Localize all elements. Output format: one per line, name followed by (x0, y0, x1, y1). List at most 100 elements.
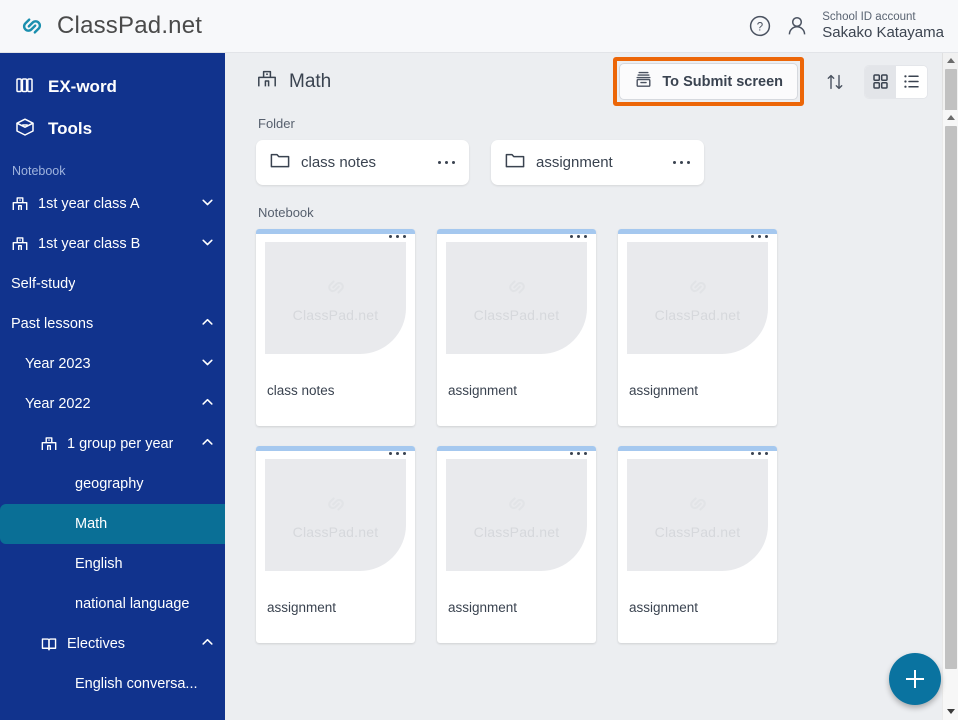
chevron-down-icon[interactable] (200, 196, 215, 213)
account-label: School ID account (822, 10, 916, 23)
sidebar-item-label: Year 2022 (25, 396, 91, 412)
notebook-thumbnail: ClassPad.net (265, 459, 406, 571)
school-icon (256, 68, 278, 95)
content-body: Folder class notes assignment Notebook Cl… (241, 110, 942, 720)
notebook-card[interactable]: ClassPad.net assignment (618, 446, 777, 643)
folder-name: class notes (301, 154, 377, 171)
sidebar-item-geography[interactable]: geography (0, 464, 225, 504)
sidebar-item-label: English (75, 556, 123, 572)
notebook-watermark: ClassPad.net (654, 523, 741, 540)
top-bar: ClassPad.net ? School ID account Sakako … (0, 0, 958, 53)
more-options-icon[interactable] (750, 235, 768, 239)
chevron-up-icon[interactable] (200, 436, 215, 453)
notebook-card-accent (256, 229, 415, 234)
sidebar-item-english[interactable]: English (0, 544, 225, 584)
sidebar-item-ex-word[interactable]: EX-word (0, 66, 225, 108)
notebook-name: assignment (629, 600, 699, 615)
notebook-name: assignment (267, 600, 337, 615)
folder-icon (505, 152, 525, 174)
chevron-up-icon[interactable] (200, 316, 215, 333)
brand-name: ClassPad.net (57, 12, 203, 39)
sidebar-item-label: Past lessons (11, 316, 94, 332)
sidebar-item-tools[interactable]: Tools (0, 108, 225, 150)
notebook-watermark: ClassPad.net (473, 306, 560, 323)
notebook-card[interactable]: ClassPad.net class notes (256, 229, 415, 426)
sidebar-item-label: geography (75, 476, 144, 492)
sidebar-item-1st-year-class-a[interactable]: 1st year class A (0, 184, 225, 224)
brand[interactable]: ClassPad.net (0, 11, 202, 41)
notebook-card-accent (618, 446, 777, 451)
books-icon (14, 74, 36, 101)
notebook-thumbnail: ClassPad.net (627, 242, 768, 354)
notebook-watermark: ClassPad.net (473, 523, 560, 540)
to-submit-screen-label: To Submit screen (662, 73, 783, 90)
folder-card[interactable]: class notes (256, 140, 469, 185)
folder-row: class notes assignment (256, 140, 927, 185)
chain-link-icon (685, 491, 711, 522)
sidebar-item-math[interactable]: Math (0, 504, 225, 544)
submit-button-highlight: To Submit screen (613, 57, 804, 106)
folder-icon (270, 152, 290, 174)
sidebar-item-label: Math (75, 516, 108, 532)
sort-arrows-icon[interactable] (818, 65, 852, 99)
notebook-watermark: ClassPad.net (654, 306, 741, 323)
sidebar-scroll-up-icon[interactable] (943, 53, 958, 69)
chevron-down-icon[interactable] (200, 236, 215, 253)
notebook-card[interactable]: ClassPad.net assignment (256, 446, 415, 643)
content-scroll-down-icon[interactable] (943, 704, 958, 720)
chevron-down-icon[interactable] (200, 356, 215, 373)
add-button[interactable] (889, 653, 941, 705)
sidebar-item-label: Electives (67, 636, 126, 652)
view-toggle (864, 64, 928, 99)
content-scroll-up-icon[interactable] (943, 110, 958, 126)
list-view-icon[interactable] (896, 65, 927, 98)
content-area: Math To Submit screen Folder class notes… (241, 53, 942, 720)
sidebar-item-year-2023[interactable]: Year 2023 (0, 344, 225, 384)
sidebar-item-national-language[interactable]: national language (0, 584, 225, 624)
sidebar-item-electives[interactable]: Electives (0, 624, 225, 664)
content-scroll-thumb[interactable] (945, 126, 957, 669)
sidebar-item-past-lessons[interactable]: Past lessons (0, 304, 225, 344)
help-circle-icon[interactable]: ? (748, 14, 772, 38)
notebook-watermark: ClassPad.net (292, 523, 379, 540)
sidebar-item-year-2022[interactable]: Year 2022 (0, 384, 225, 424)
to-submit-screen-button[interactable]: To Submit screen (619, 63, 798, 100)
notebook-card[interactable]: ClassPad.net assignment (437, 446, 596, 643)
more-options-icon[interactable] (388, 235, 406, 239)
sidebar-section-label: Notebook (12, 164, 66, 178)
chain-link-icon (323, 274, 349, 305)
folder-card[interactable]: assignment (491, 140, 704, 185)
person-icon[interactable] (786, 14, 808, 38)
sidebar-item-1st-year-class-b[interactable]: 1st year class B (0, 224, 225, 264)
more-options-icon[interactable] (388, 452, 406, 456)
more-options-icon[interactable] (569, 235, 587, 239)
more-options-icon[interactable] (569, 452, 587, 456)
account-name: Sakako Katayama (822, 23, 944, 41)
notebook-card[interactable]: ClassPad.net assignment (437, 229, 596, 426)
folder-section-label: Folder (258, 116, 295, 131)
account-info[interactable]: School ID account Sakako Katayama (822, 11, 944, 41)
notebook-name: class notes (267, 383, 335, 398)
chevron-up-icon[interactable] (200, 636, 215, 653)
content-scrollbar[interactable] (942, 110, 958, 720)
sidebar-item-label: EX-word (48, 77, 117, 96)
more-options-icon[interactable] (672, 160, 690, 165)
more-options-icon[interactable] (437, 160, 455, 165)
sidebar-item-label: Tools (48, 119, 93, 138)
sidebar-item-english-conversa[interactable]: English conversa... (0, 664, 225, 704)
notebook-card[interactable]: ClassPad.net assignment (618, 229, 777, 426)
chain-link-icon (323, 491, 349, 522)
content-header: Math To Submit screen (241, 53, 942, 110)
chain-link-icon (17, 11, 47, 41)
sidebar-nav-list: 1st year class A 1st year class B Self-stu… (0, 184, 225, 704)
grid-view-icon[interactable] (865, 65, 896, 98)
sidebar-item-self-study[interactable]: Self-study (0, 264, 225, 304)
sidebar-item-label: 1 group per year (67, 436, 174, 452)
sidebar-item-1-group-per-year[interactable]: 1 group per year (0, 424, 225, 464)
more-options-icon[interactable] (750, 452, 768, 456)
sidebar-top-section: EX-word Tools (0, 53, 225, 150)
notebook-thumbnail: ClassPad.net (446, 242, 587, 354)
school-icon (11, 195, 29, 213)
chevron-up-icon[interactable] (200, 396, 215, 413)
page-title: Math (256, 68, 331, 95)
